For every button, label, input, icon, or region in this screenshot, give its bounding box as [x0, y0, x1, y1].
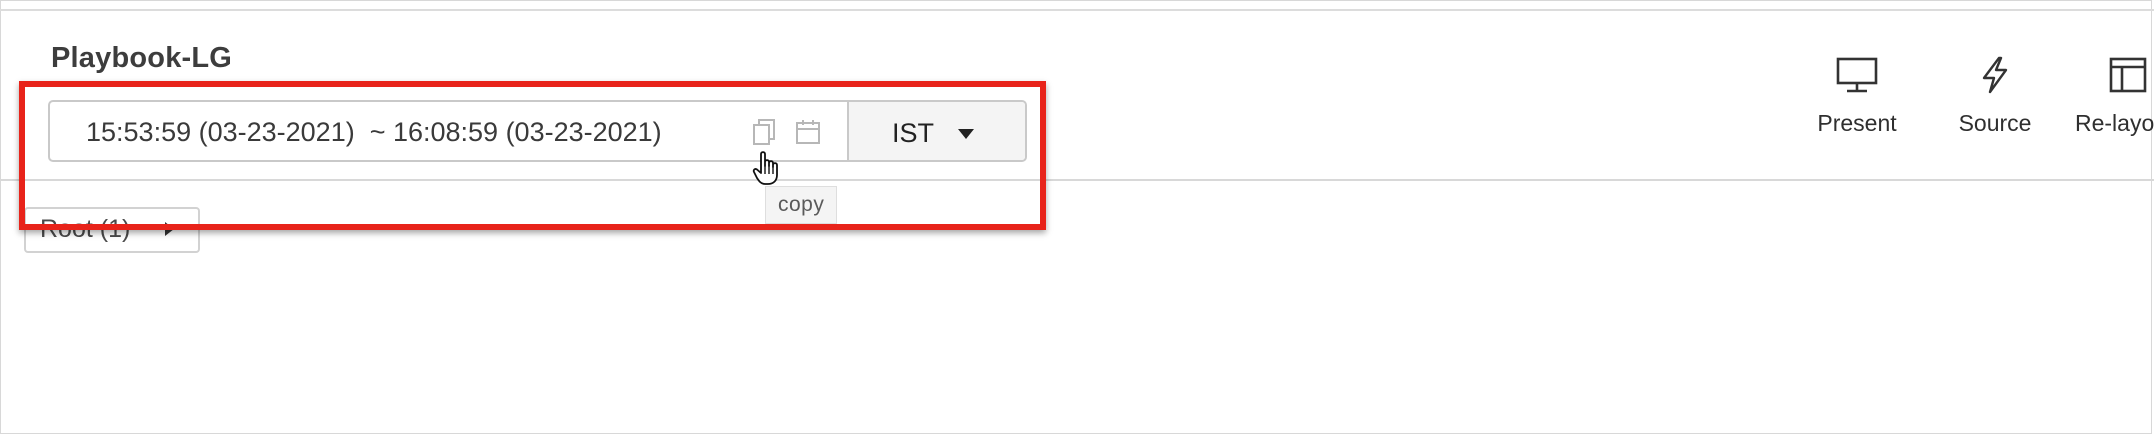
source-label: Source — [1958, 110, 2032, 136]
highlight-box — [19, 81, 1046, 230]
hand-cursor-icon — [752, 151, 778, 185]
relayout-label: Re-layo — [2075, 110, 2154, 136]
monitor-icon — [1836, 57, 1878, 93]
lightning-icon — [1982, 56, 2008, 94]
top-divider — [0, 9, 2154, 11]
relayout-button[interactable]: Re-layo — [2075, 56, 2154, 137]
layout-icon — [2109, 57, 2147, 93]
source-button[interactable]: Source — [1950, 56, 2040, 137]
page-title: Playbook-LG — [51, 42, 233, 74]
present-label: Present — [1817, 110, 1897, 136]
copy-tooltip: copy — [765, 186, 838, 224]
present-button[interactable]: Present — [1812, 56, 1902, 137]
